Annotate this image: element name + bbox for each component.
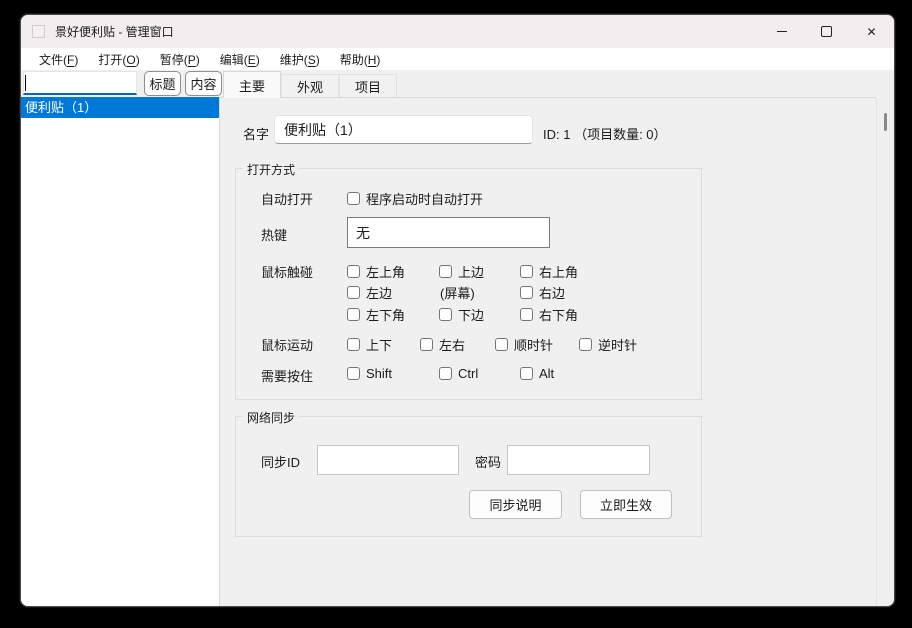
checkbox-icon [347,286,360,299]
checkbox-motion-leftright[interactable]: 左右 [420,335,465,354]
menu-item-help[interactable]: 帮助(H) [330,51,391,68]
toolbar: 标题 内容 主要 外观 项目 [21,70,894,98]
apply-now-button[interactable]: 立即生效 [580,490,672,519]
search-input[interactable] [23,71,137,95]
menu-item-pause[interactable]: 暂停(P) [150,51,210,68]
checkbox-motion-counterclockwise[interactable]: 逆时针 [579,335,637,354]
checkbox-touch-left[interactable]: 左边 [347,283,392,302]
checkbox-icon [347,367,360,380]
filter-title-button[interactable]: 标题 [144,71,181,96]
checkbox-icon [520,286,533,299]
hotkey-input[interactable] [347,217,550,248]
checkbox-icon [347,192,360,205]
main-panel: 名字 ID: 1 （项目数量: 0） 打开方式 自动打开 程序启动时自动打开 热… [220,98,876,606]
checkbox-touch-bottom-left[interactable]: 左下角 [347,305,405,324]
filter-content-button[interactable]: 内容 [185,71,222,96]
scrollbar-thumb[interactable] [884,113,887,131]
menu-item-edit[interactable]: 编辑(E) [210,51,270,68]
app-window: 景好便利贴 - 管理窗口 ✕ 文件(F) 打开(O) 暂停(P) 编辑(E) 维… [20,14,895,607]
mouse-touch-label: 鼠标触碰 [261,262,313,281]
checkbox-icon [520,265,533,278]
checkbox-touch-top-left[interactable]: 左上角 [347,262,405,281]
password-label: 密码 [475,452,501,471]
checkbox-icon [439,265,452,278]
sync-help-button[interactable]: 同步说明 [469,490,562,519]
tab-strip: 主要 外观 项目 [220,70,876,98]
checkbox-touch-bottom-right[interactable]: 右下角 [520,305,578,324]
checkbox-touch-bottom[interactable]: 下边 [439,305,484,324]
mouse-motion-label: 鼠标运动 [261,335,313,354]
window-controls: ✕ [759,15,894,48]
checkbox-icon [439,308,452,321]
close-icon: ✕ [866,26,876,38]
checkbox-modifier-alt[interactable]: Alt [520,366,554,381]
checkbox-icon [439,367,452,380]
minimize-icon [777,31,787,32]
network-sync-group-title: 网络同步 [243,409,299,426]
tab-items[interactable]: 项目 [339,74,397,97]
id-info: ID: 1 （项目数量: 0） [543,124,667,143]
checkbox-icon [347,338,360,351]
close-button[interactable]: ✕ [849,15,894,48]
text-cursor [25,75,26,91]
checkbox-icon [520,367,533,380]
checkbox-icon [520,308,533,321]
checkbox-icon [347,265,360,278]
title-bar: 景好便利贴 - 管理窗口 ✕ [21,15,894,48]
menu-bar: 文件(F) 打开(O) 暂停(P) 编辑(E) 维护(S) 帮助(H) [21,48,894,70]
checkbox-motion-updown[interactable]: 上下 [347,335,392,354]
checkbox-auto-open-startup[interactable]: 程序启动时自动打开 [347,189,483,208]
hotkey-label: 热键 [261,225,287,244]
scrollbar[interactable] [876,98,894,606]
checkbox-touch-top[interactable]: 上边 [439,262,484,281]
screen-center-label: (屏幕) [440,283,475,302]
list-item-note[interactable]: 便利贴（1） [21,97,219,118]
sync-id-label: 同步ID [261,452,300,471]
checkbox-modifier-ctrl[interactable]: Ctrl [439,366,478,381]
open-method-group-title: 打开方式 [243,161,299,178]
maximize-icon [821,26,832,37]
checkbox-touch-top-right[interactable]: 右上角 [520,262,578,281]
window-title: 景好便利贴 - 管理窗口 [55,23,174,40]
network-sync-group: 网络同步 同步ID 密码 同步说明 立即生效 [235,416,702,537]
checkbox-motion-clockwise[interactable]: 顺时针 [495,335,553,354]
app-icon [32,25,45,38]
name-label: 名字 [243,124,269,143]
sync-id-input[interactable] [317,445,459,475]
auto-open-label: 自动打开 [261,189,313,208]
checkbox-modifier-shift[interactable]: Shift [347,366,392,381]
menu-item-maintain[interactable]: 维护(S) [270,51,330,68]
tab-main[interactable]: 主要 [223,71,281,98]
modifier-label: 需要按住 [261,366,313,385]
note-list: 便利贴（1） [21,97,220,606]
checkbox-icon [420,338,433,351]
checkbox-touch-right[interactable]: 右边 [520,283,565,302]
maximize-button[interactable] [804,15,849,48]
menu-item-open[interactable]: 打开(O) [88,51,149,68]
name-input[interactable] [274,115,533,144]
checkbox-icon [495,338,508,351]
menu-item-file[interactable]: 文件(F) [29,51,88,68]
checkbox-icon [579,338,592,351]
open-method-group: 打开方式 自动打开 程序启动时自动打开 热键 鼠标触碰 左上角 上边 右上角 [235,168,702,400]
password-input[interactable] [507,445,650,475]
checkbox-icon [347,308,360,321]
minimize-button[interactable] [759,15,804,48]
tab-appearance[interactable]: 外观 [281,74,339,97]
